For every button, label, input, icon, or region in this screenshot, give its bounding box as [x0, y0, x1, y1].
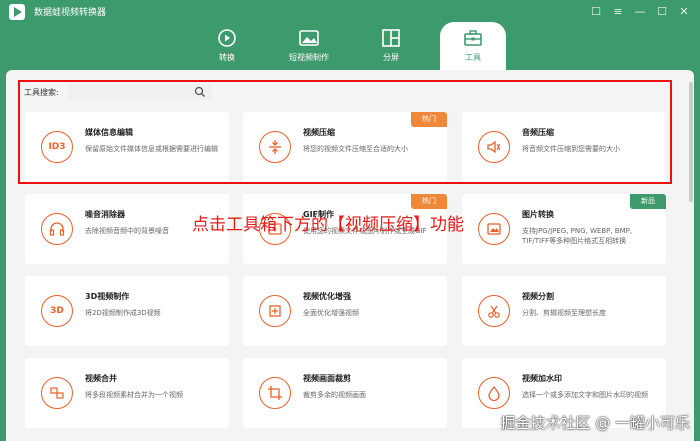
scissors-icon: [478, 295, 510, 327]
tab-label: 转换: [219, 53, 235, 62]
tab-label: 工具: [465, 53, 481, 62]
tool-title: 视频画面裁剪: [303, 374, 351, 383]
app-logo-icon: [9, 4, 25, 20]
tools-panel: 工具搜索: ID3 媒体信息编辑 保留原始文件媒体信息或根据需要进行编辑 视频压…: [6, 70, 694, 441]
window-controls: ☐ ≡ — ☐ ✕: [588, 4, 692, 20]
toolbox-icon: [464, 30, 482, 46]
tool-card-image-convert[interactable]: 图片转换 支持JPG/JPEG, PNG, WEBP, BMP, TIF/TIF…: [462, 194, 666, 264]
new-badge: 新品: [630, 194, 666, 209]
convert-icon: [218, 29, 236, 47]
tool-title: 3D视频制作: [85, 292, 130, 301]
maximize-icon[interactable]: ☐: [654, 4, 670, 20]
tool-desc: 选择一个或多添加文字和图片水印的视频: [522, 391, 648, 399]
split-screen-icon: [382, 29, 400, 47]
tool-title: 图片转换: [522, 210, 554, 219]
tool-title: 视频优化增强: [303, 292, 351, 301]
instruction-overlay: 点击工具箱下方的【视频压缩】功能: [192, 215, 464, 235]
tool-card-video-merge[interactable]: 视频合并 将多段视频素材合并为一个视频: [25, 358, 229, 428]
minimize-icon[interactable]: —: [632, 4, 648, 20]
tab-short-video[interactable]: 短视频制作: [276, 22, 342, 68]
tool-card-3d-video[interactable]: 3D 3D视频制作 将2D视频制作成3D视频: [25, 276, 229, 346]
image-convert-icon: [478, 213, 510, 245]
tool-desc: 支持JPG/JPEG, PNG, WEBP, BMP, TIF/TIFF等多种图…: [522, 227, 633, 245]
tool-desc: 裁剪多余的视频画面: [303, 391, 366, 399]
tool-card-video-enhance[interactable]: 视频优化增强 全面优化增强视频: [243, 276, 447, 346]
scrollbar[interactable]: [689, 82, 693, 202]
tab-tools[interactable]: 工具: [440, 22, 506, 72]
tool-desc: 分割、剪辑视频至理想长度: [522, 309, 606, 317]
tool-card-video-crop[interactable]: 视频画面裁剪 裁剪多余的视频画面: [243, 358, 447, 428]
highlight-box: [18, 80, 672, 184]
tool-title: 噪音消除器: [85, 210, 125, 219]
headphones-icon: [41, 213, 73, 245]
tool-title: 视频分割: [522, 292, 554, 301]
3d-icon: 3D: [41, 295, 73, 327]
tool-desc: 将多段视频素材合并为一个视频: [85, 391, 183, 399]
tool-desc: 全面优化增强视频: [303, 309, 359, 317]
tool-desc: 将2D视频制作成3D视频: [85, 309, 161, 317]
close-icon[interactable]: ✕: [676, 4, 692, 20]
title-bar: 数据蛙视频转换器 ☐ ≡ — ☐ ✕: [0, 0, 700, 24]
tool-title: 视频合并: [85, 374, 117, 383]
feedback-icon[interactable]: ☐: [588, 4, 604, 20]
tab-convert[interactable]: 转换: [194, 22, 260, 68]
enhance-icon: [259, 295, 291, 327]
menu-icon[interactable]: ≡: [610, 4, 626, 20]
tool-card-video-split[interactable]: 视频分割 分割、剪辑视频至理想长度: [462, 276, 666, 346]
tab-label: 分屏: [383, 53, 399, 62]
merge-icon: [41, 377, 73, 409]
crop-icon: [259, 377, 291, 409]
watermark-text: 掘金技术社区 @ 一罐小可乐: [500, 414, 690, 432]
tab-split-screen[interactable]: 分屏: [358, 22, 424, 68]
app-title: 数据蛙视频转换器: [34, 8, 107, 18]
watermark-drop-icon: [478, 377, 510, 409]
main-nav: 转换 短视频制作 分屏 工具: [0, 22, 700, 72]
image-icon: [299, 30, 319, 46]
tool-title: 视频加水印: [522, 374, 562, 383]
tab-label: 短视频制作: [289, 53, 329, 62]
hot-badge: 热门: [411, 194, 447, 209]
